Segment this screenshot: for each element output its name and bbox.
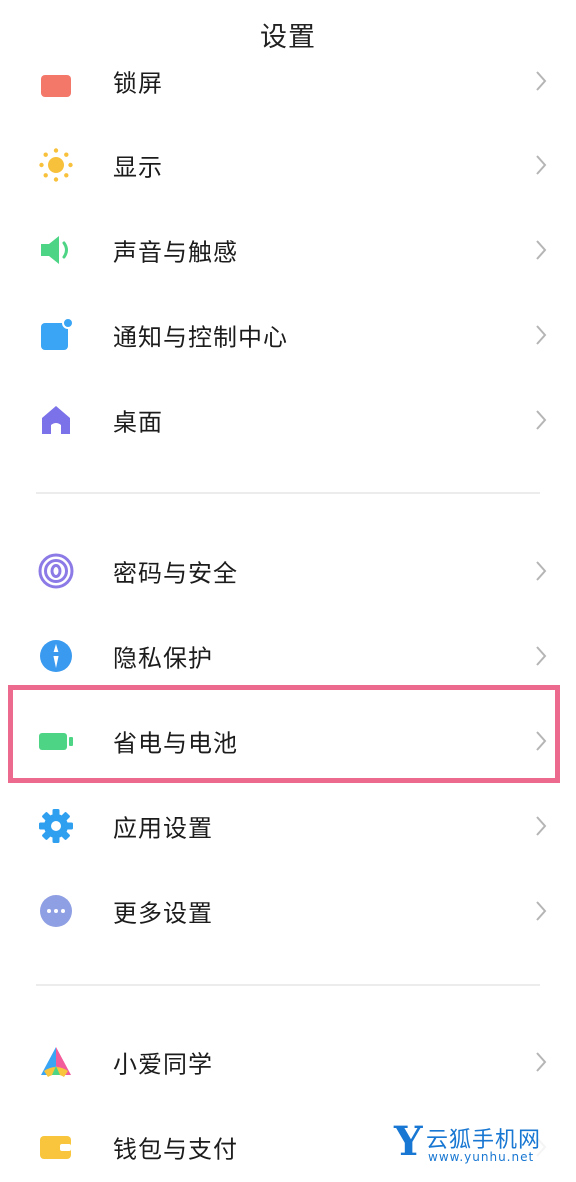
settings-item-label: 省电与电池 <box>113 729 238 757</box>
chevron-right-icon <box>536 815 547 836</box>
settings-item-label: 通知与控制中心 <box>113 323 288 351</box>
chevron-right-icon <box>536 1051 547 1072</box>
privacy-shield-icon <box>38 638 74 674</box>
settings-item-more-settings[interactable]: 更多设置 <box>0 868 576 953</box>
settings-item-label: 钱包与支付 <box>113 1135 238 1163</box>
watermark: Y 云狐手机网 www.yunhu.net <box>392 1118 562 1170</box>
chevron-right-icon <box>536 900 547 921</box>
settings-item-display[interactable]: 显示 <box>0 122 576 207</box>
settings-item-sound[interactable]: 声音与触感 <box>0 207 576 292</box>
settings-item-password-security[interactable]: 密码与安全 <box>0 528 576 613</box>
home-icon <box>38 402 74 438</box>
page-header: 设置 <box>0 0 576 70</box>
settings-page: 锁屏 设置 显示 声音与触感 通知与控制中心 桌面 密码与安全 隐私保护 省电与… <box>0 0 576 1182</box>
settings-item-battery[interactable]: 省电与电池 <box>0 698 576 783</box>
settings-item-label: 声音与触感 <box>113 238 238 266</box>
sun-icon <box>38 147 74 183</box>
wallet-icon <box>38 1129 74 1165</box>
gear-icon <box>38 808 74 844</box>
settings-item-label: 应用设置 <box>113 814 213 842</box>
more-icon <box>38 893 74 929</box>
settings-item-label: 显示 <box>113 153 163 181</box>
chevron-right-icon <box>536 409 547 430</box>
settings-item-app-settings[interactable]: 应用设置 <box>0 783 576 868</box>
settings-item-privacy[interactable]: 隐私保护 <box>0 613 576 698</box>
notification-icon <box>38 316 74 353</box>
section-divider <box>36 492 540 494</box>
settings-item-xiaoai[interactable]: 小爱同学 <box>0 1019 576 1104</box>
settings-item-label: 小爱同学 <box>113 1050 213 1078</box>
watermark-url: www.yunhu.net <box>428 1150 535 1164</box>
xiaoai-icon <box>38 1044 74 1080</box>
settings-item-label: 更多设置 <box>113 899 213 927</box>
speaker-icon <box>38 232 74 268</box>
settings-item-notifications[interactable]: 通知与控制中心 <box>0 292 576 377</box>
battery-icon <box>38 723 74 759</box>
chevron-right-icon <box>536 730 547 751</box>
chevron-right-icon <box>536 239 547 260</box>
settings-item-label: 桌面 <box>113 408 163 436</box>
chevron-right-icon <box>536 324 547 345</box>
page-title: 设置 <box>260 21 316 53</box>
chevron-right-icon <box>536 560 547 581</box>
chevron-right-icon <box>536 645 547 666</box>
chevron-right-icon <box>536 154 547 175</box>
fingerprint-icon <box>38 553 74 589</box>
settings-item-label: 隐私保护 <box>113 644 213 672</box>
section-divider <box>36 984 540 986</box>
settings-item-desktop[interactable]: 桌面 <box>0 377 576 462</box>
watermark-logo: Y <box>394 1118 423 1165</box>
chevron-right-icon <box>536 70 547 91</box>
settings-item-label: 密码与安全 <box>113 559 238 587</box>
